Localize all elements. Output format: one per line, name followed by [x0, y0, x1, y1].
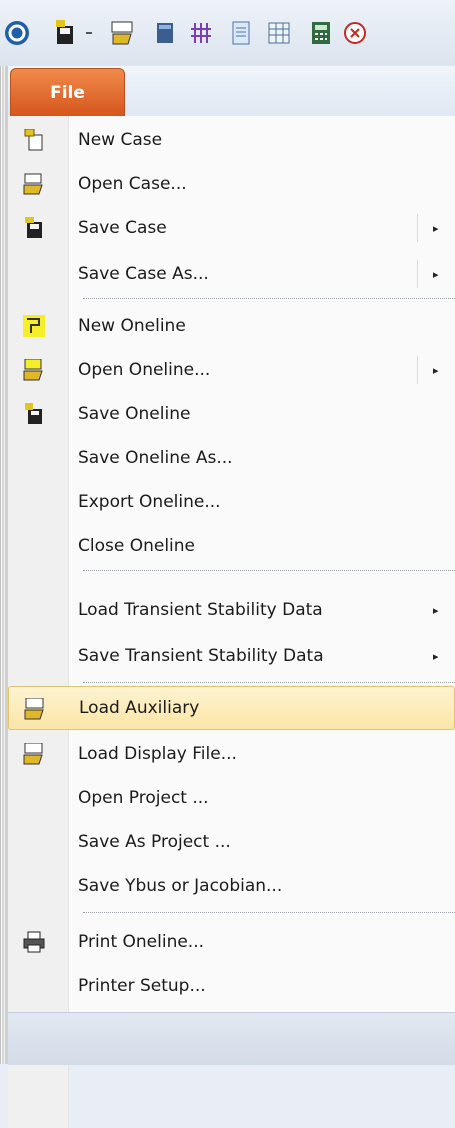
menu-item-label: Load Display File...: [78, 744, 237, 764]
menu-item-print-oneline[interactable]: Print Oneline...: [8, 920, 455, 964]
menu-item-open-oneline[interactable]: Open Oneline... ▸: [8, 348, 455, 392]
menu-item-load-transient-stability-data[interactable]: Load Transient Stability Data ▸: [8, 588, 455, 632]
submenu-arrow-icon: ▸: [433, 603, 439, 617]
menu-item-label: Save Transient Stability Data: [78, 646, 324, 666]
menu-item-save-case-as[interactable]: Save Case As... ▸: [8, 252, 455, 296]
menu-item-new-case[interactable]: New Case: [8, 118, 455, 162]
save-case-icon[interactable]: [50, 18, 80, 48]
new-oneline-icon: [22, 314, 46, 338]
menu-item-label: Save Case: [78, 218, 167, 238]
window-border: [0, 66, 8, 1064]
submenu-arrow-icon: ▸: [433, 649, 439, 663]
table-icon[interactable]: [264, 18, 294, 48]
menu-item-label: Save Oneline: [78, 404, 191, 424]
printer-icon: [22, 930, 46, 954]
menu-separator: [83, 682, 455, 683]
save-case-icon: [22, 216, 46, 240]
submenu-arrow-icon: ▸: [433, 363, 439, 377]
load-auxiliary-icon[interactable]: [108, 18, 138, 48]
menu-item-label: Save Case As...: [78, 264, 209, 284]
new-case-icon: [22, 128, 46, 152]
menu-separator: [83, 298, 455, 299]
document-icon[interactable]: [226, 18, 256, 48]
menu-item-label: New Oneline: [78, 316, 186, 336]
menu-item-load-display-file[interactable]: Load Display File...: [8, 732, 455, 776]
menu-item-save-case[interactable]: Save Case ▸: [8, 206, 455, 250]
menu-item-open-case[interactable]: Open Case...: [8, 162, 455, 206]
dropdown-icon[interactable]: [80, 18, 98, 48]
calculator-icon[interactable]: [306, 18, 336, 48]
submenu-divider: [417, 356, 418, 384]
menu-item-label: Open Oneline...: [78, 360, 211, 380]
save-oneline-icon: [22, 402, 46, 426]
menu-footer: [8, 1012, 455, 1065]
submenu-arrow-icon: ▸: [433, 267, 439, 281]
menu-item-label: Save As Project ...: [78, 832, 231, 852]
load-auxiliary-icon: [23, 697, 47, 721]
menu-item-open-project[interactable]: Open Project ...: [8, 776, 455, 820]
menu-item-new-oneline[interactable]: New Oneline: [8, 304, 455, 348]
menu-item-label: Open Project ...: [78, 788, 209, 808]
database-icon[interactable]: [150, 18, 180, 48]
menu-item-label: Close Oneline: [78, 536, 196, 556]
menu-item-label: Print Oneline...: [78, 932, 205, 952]
ribbon-tab-strip: File: [8, 66, 455, 117]
submenu-divider: [417, 260, 418, 288]
menu-item-label: Save Oneline As...: [78, 448, 233, 468]
menu-item-label: Save Ybus or Jacobian...: [78, 876, 283, 896]
menu-item-save-oneline-as[interactable]: Save Oneline As...: [8, 436, 455, 480]
menu-item-export-oneline[interactable]: Export Oneline...: [8, 480, 455, 524]
grid-icon[interactable]: [186, 18, 216, 48]
menu-separator: [83, 570, 455, 571]
menu-item-save-oneline[interactable]: Save Oneline: [8, 392, 455, 436]
open-oneline-icon: [22, 358, 46, 382]
menu-item-save-as-project[interactable]: Save As Project ...: [8, 820, 455, 864]
menu-item-label: Open Case...: [78, 174, 187, 194]
close-icon[interactable]: [340, 18, 370, 48]
submenu-arrow-icon: ▸: [433, 221, 439, 235]
quick-access-toolbar: [0, 0, 455, 66]
menu-item-label: Load Auxiliary: [79, 698, 200, 718]
app-orb-icon[interactable]: [2, 18, 32, 48]
open-case-icon: [22, 172, 46, 196]
menu-item-label: Load Transient Stability Data: [78, 600, 323, 620]
menu-item-load-auxiliary[interactable]: Load Auxiliary: [8, 686, 455, 730]
menu-item-save-transient-stability-data[interactable]: Save Transient Stability Data ▸: [8, 634, 455, 678]
menu-item-save-ybus-or-jacobian[interactable]: Save Ybus or Jacobian...: [8, 864, 455, 908]
menu-separator: [83, 912, 455, 913]
tab-file[interactable]: File: [10, 68, 125, 116]
menu-item-label: Printer Setup...: [78, 976, 206, 996]
menu-item-label: New Case: [78, 130, 163, 150]
menu-item-printer-setup[interactable]: Printer Setup...: [8, 964, 455, 1008]
menu-item-close-oneline[interactable]: Close Oneline: [8, 524, 455, 568]
submenu-divider: [417, 214, 418, 242]
file-menu: New Case Open Case... Save Case ▸ Save C…: [8, 116, 455, 1128]
load-display-file-icon: [22, 742, 46, 766]
menu-item-label: Export Oneline...: [78, 492, 221, 512]
